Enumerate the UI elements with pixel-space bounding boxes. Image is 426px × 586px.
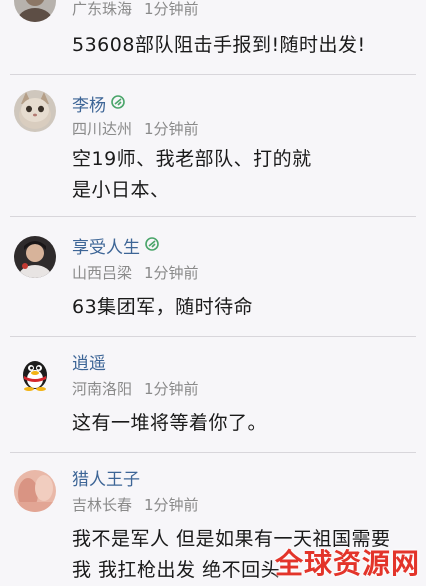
location-label: 吉林长春	[72, 496, 133, 514]
comment-item: 李杨 四川达州 1分钟前 空19师、我老部队、打的就是小日本、	[0, 76, 426, 216]
user-name[interactable]: 逍遥	[72, 354, 106, 374]
comment-meta: 吉林长春 1分钟前	[72, 496, 199, 514]
location-label: 广东珠海	[72, 0, 133, 18]
comment-item: 广东珠海 1分钟前 53608部队阻击手报到!随时出发!	[0, 0, 426, 75]
user-name-label: 猎人王子	[72, 470, 140, 490]
verified-badge-icon	[144, 236, 160, 257]
divider	[10, 336, 416, 337]
comment-text: 53608部队阻击手报到!随时出发!	[72, 34, 366, 56]
comment-meta: 山西吕梁 1分钟前	[72, 264, 199, 282]
comment-meta: 广东珠海 1分钟前	[72, 0, 199, 18]
verified-badge-icon	[110, 94, 126, 115]
comment-meta: 四川达州 1分钟前	[72, 120, 199, 138]
watermark-logo: 全球资源网	[274, 547, 420, 580]
timestamp-label: 1分钟前	[144, 380, 199, 398]
user-name-label: 逍遥	[72, 354, 106, 374]
location-label: 河南洛阳	[72, 380, 133, 398]
user-name-label: 享受人生	[72, 238, 140, 258]
timestamp-label: 1分钟前	[144, 496, 199, 514]
comment-text: 空19师、我老部队、打的就是小日本、	[72, 148, 312, 201]
qq-penguin-icon[interactable]	[14, 352, 56, 394]
comment-meta: 河南洛阳 1分钟前	[72, 380, 199, 398]
cat-avatar-icon[interactable]	[14, 90, 56, 132]
user-name[interactable]: 李杨	[72, 94, 126, 116]
divider	[10, 452, 416, 453]
timestamp-label: 1分钟前	[144, 0, 199, 18]
user-name[interactable]: 猎人王子	[72, 470, 140, 490]
location-label: 山西吕梁	[72, 264, 133, 282]
timestamp-label: 1分钟前	[144, 120, 199, 138]
comment-item: 逍遥 河南洛阳 1分钟前 这有一堆将等着你了。	[0, 338, 426, 452]
divider	[10, 216, 416, 217]
user-name[interactable]: 享受人生	[72, 236, 160, 258]
comment-item: 享受人生 山西吕梁 1分钟前 63集团军，随时待命	[0, 218, 426, 336]
divider	[10, 74, 416, 75]
location-label: 四川达州	[72, 120, 133, 138]
comment-text: 这有一堆将等着你了。	[72, 412, 268, 434]
photo-avatar-icon[interactable]	[14, 470, 56, 512]
user-name-label: 李杨	[72, 96, 106, 116]
comment-text: 63集团军，随时待命	[72, 296, 254, 318]
user-avatar-icon[interactable]	[14, 0, 56, 22]
timestamp-label: 1分钟前	[144, 264, 199, 282]
person-avatar-icon[interactable]	[14, 236, 56, 278]
